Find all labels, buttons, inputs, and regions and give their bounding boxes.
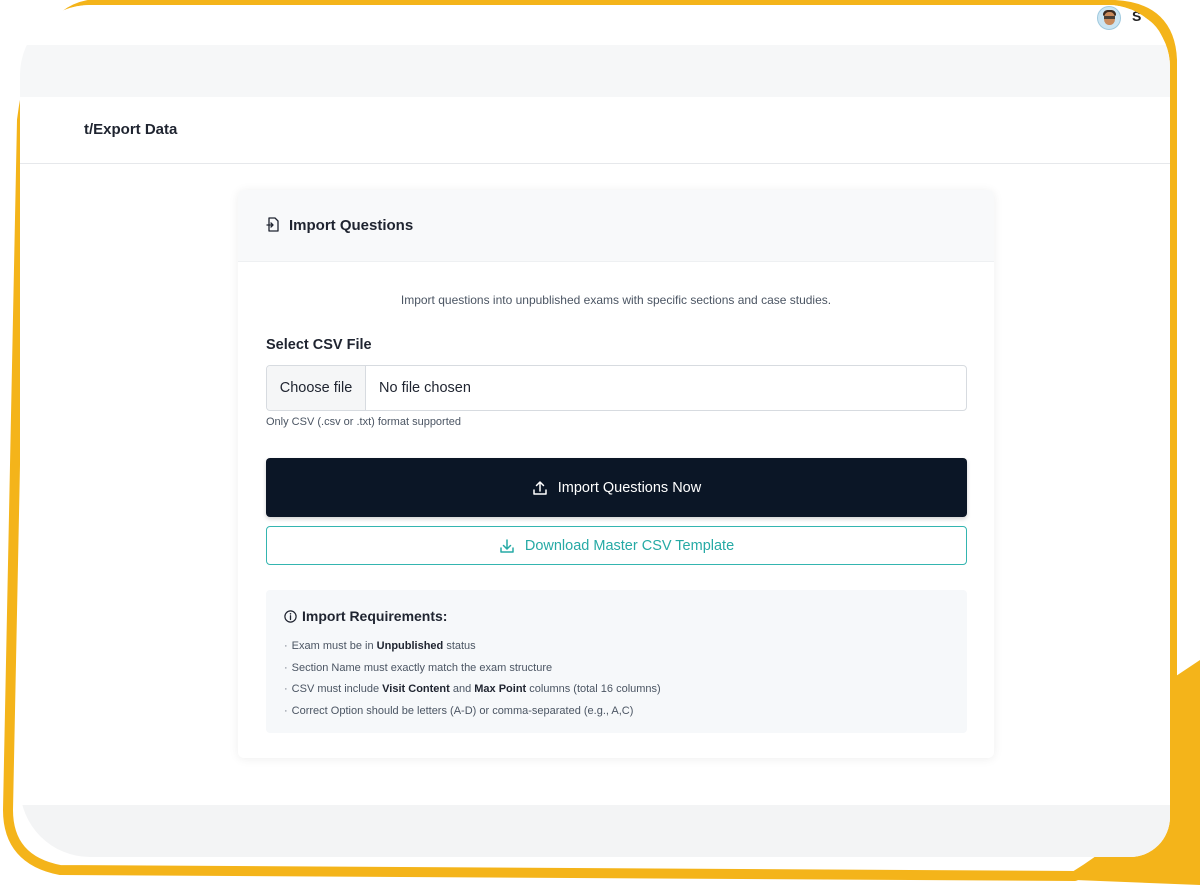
sub-toolbar [20, 45, 1170, 97]
card-description: Import questions into unpublished exams … [400, 293, 832, 307]
import-requirements: Import Requirements: · Exam must be in Un… [266, 590, 967, 733]
list-item: · Exam must be in Unpublished status [284, 640, 476, 652]
page-title: t/Export Data [84, 121, 178, 138]
user-name[interactable]: S [1132, 8, 1141, 24]
top-bar: S [20, 5, 1170, 45]
info-icon [284, 609, 297, 623]
import-card: Import Questions Import questions into u… [238, 190, 994, 758]
page-header: t/Export Data [20, 97, 1170, 164]
requirements-list: · Exam must be in Unpublished status · Sec… [284, 636, 661, 723]
requirements-title: Import Requirements: [302, 608, 448, 624]
card-title: Import Questions [289, 217, 414, 234]
download-template-label: Download Master CSV Template [524, 537, 735, 554]
import-questions-label: Import Questions Now [557, 479, 702, 496]
download-template-button[interactable]: Download Master CSV Template [266, 526, 967, 565]
list-item: · Correct Option should be letters (A-D) … [284, 705, 634, 718]
csv-file-input[interactable]: Choose file No file chosen [266, 365, 967, 411]
app-window: S t/Export Data Import Questions Import … [20, 5, 1170, 857]
list-item: · Section Name must exactly match the exa… [284, 661, 553, 674]
requirements-heading: Import Requirements: [284, 608, 447, 624]
import-questions-button[interactable]: Import Questions Now [266, 458, 967, 517]
choose-file-button[interactable]: Choose file [267, 366, 366, 410]
file-status-text: No file chosen [379, 380, 471, 396]
card-header: Import Questions [238, 190, 994, 262]
file-import-icon [266, 217, 279, 232]
footer-band [20, 805, 1170, 857]
main-content: Import Questions Import questions into u… [20, 165, 1170, 805]
file-field-label: Select CSV File [266, 337, 372, 353]
download-icon [500, 538, 514, 553]
user-avatar[interactable] [1097, 6, 1121, 30]
list-item: · CSV must include Visit Content and Max … [284, 683, 661, 696]
file-format-hint: Only CSV (.csv or .txt) format supported [266, 416, 462, 428]
upload-icon [533, 480, 547, 495]
